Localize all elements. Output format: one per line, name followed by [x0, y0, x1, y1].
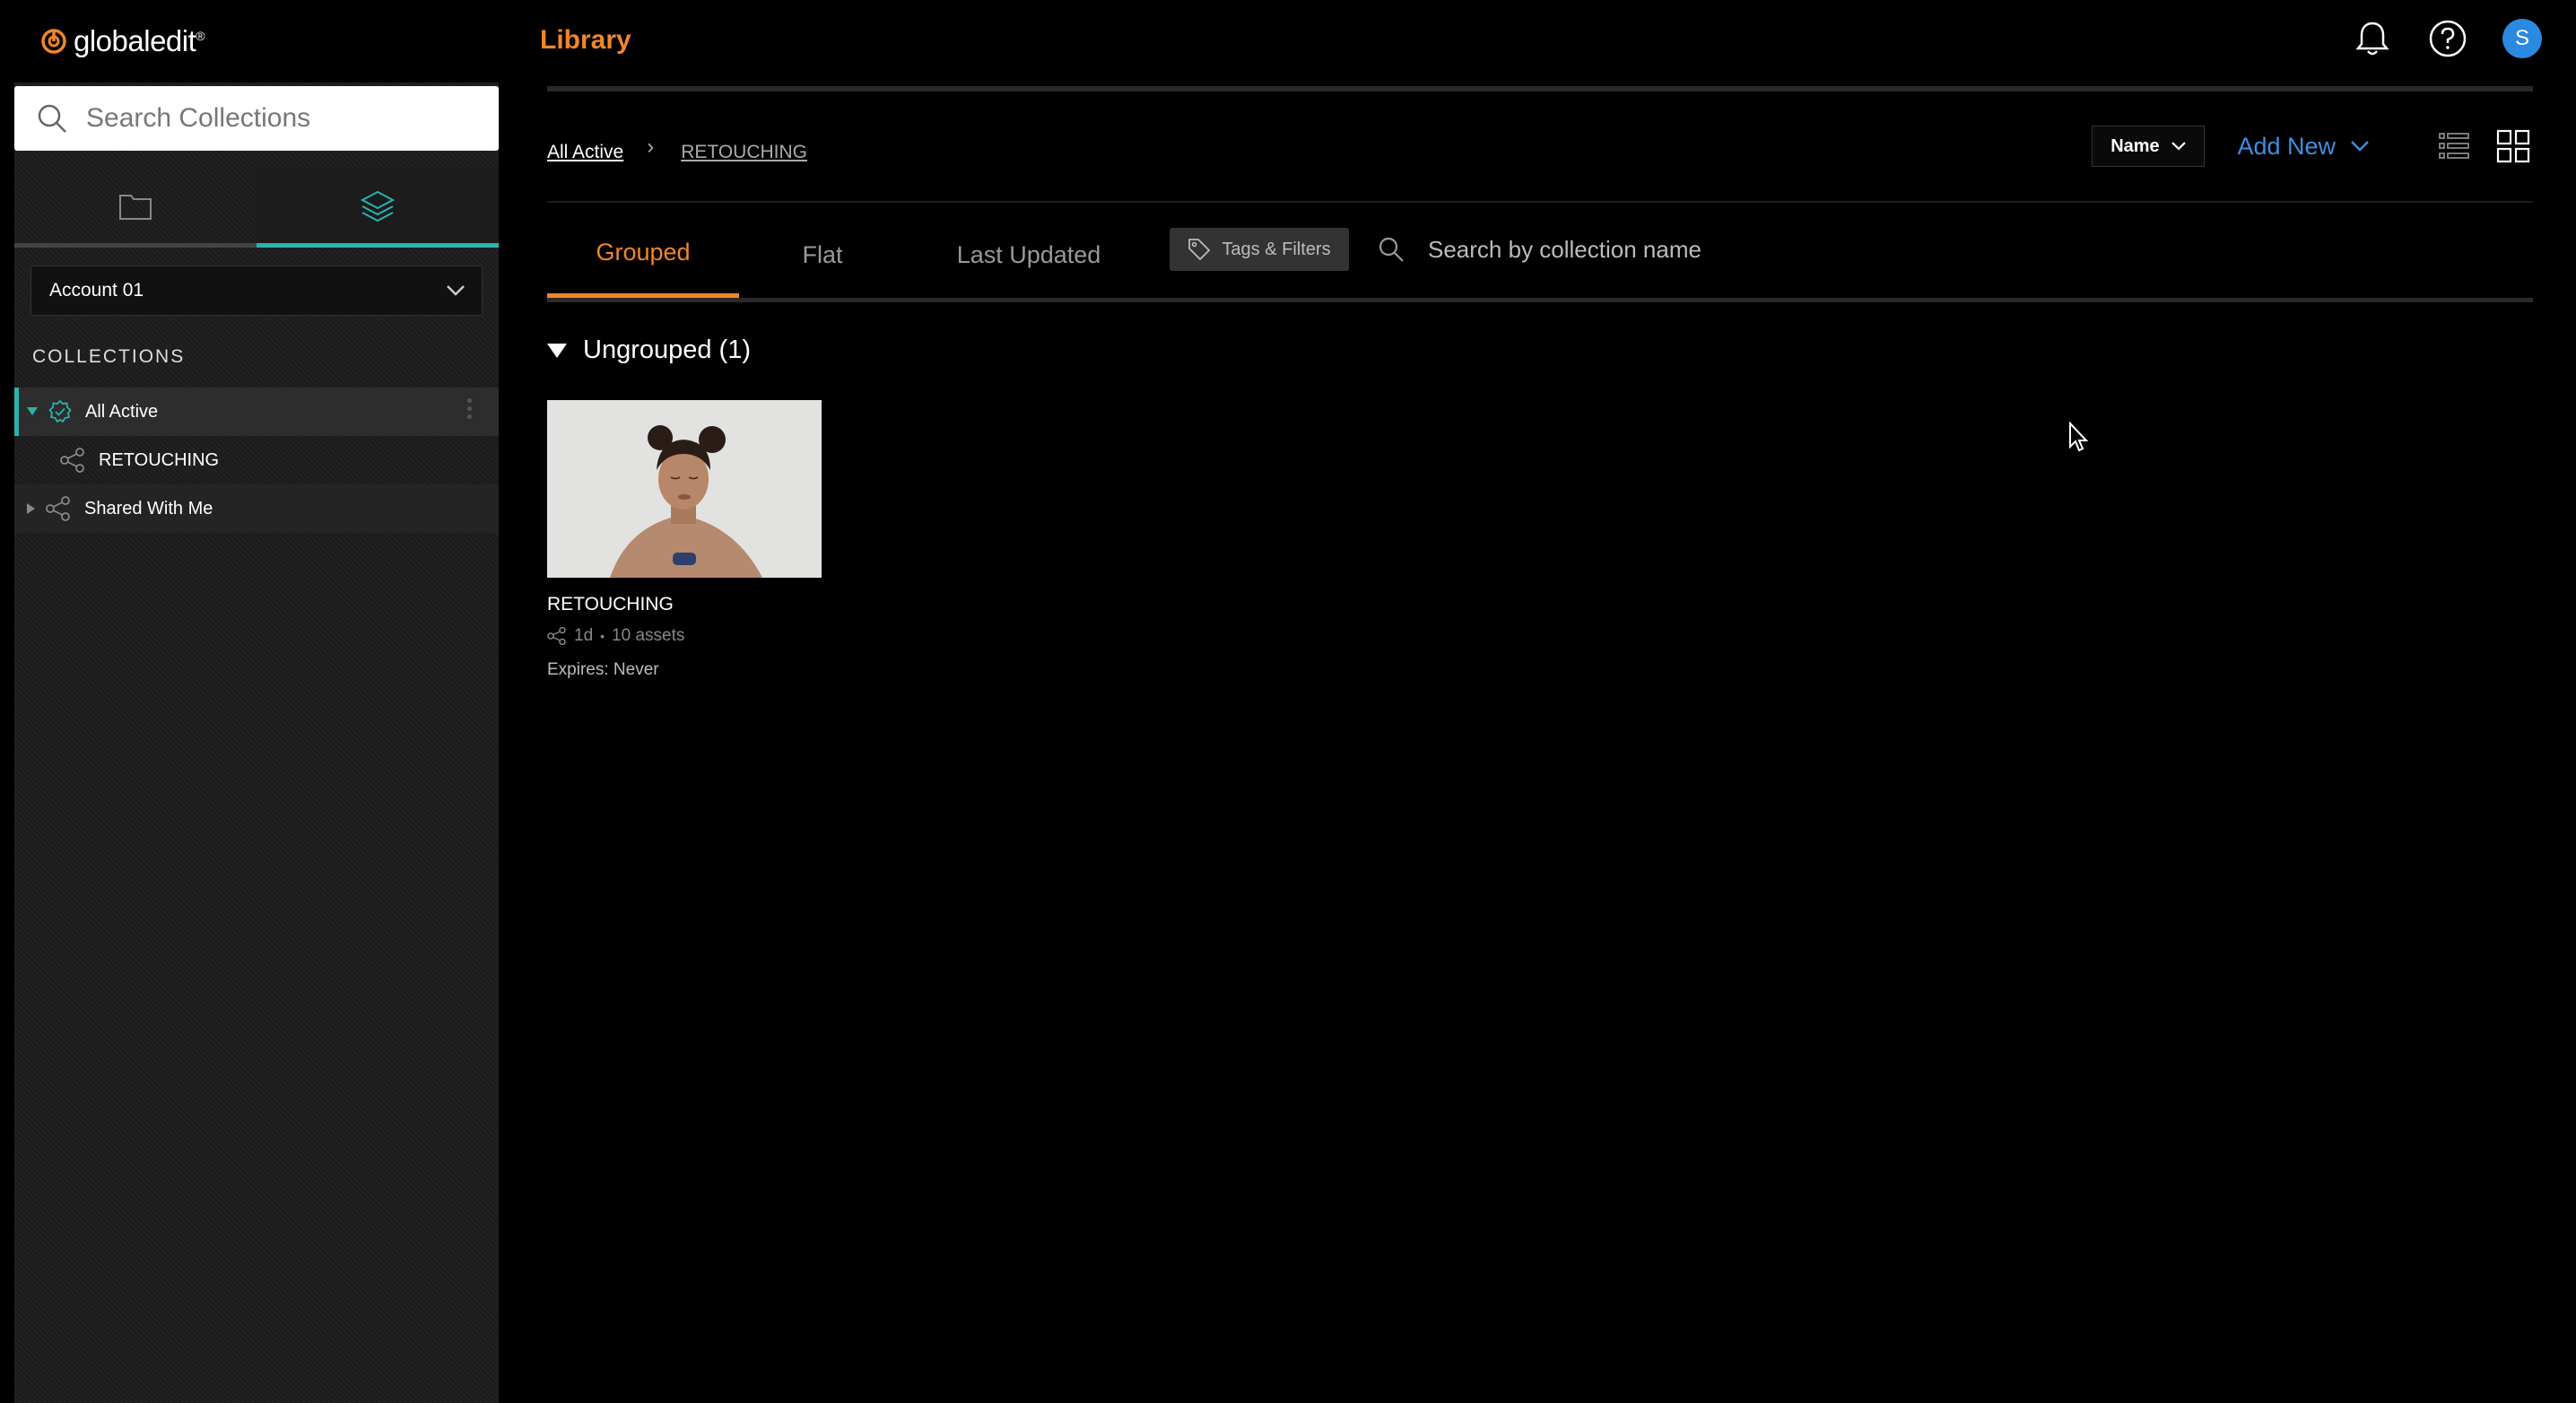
account-select-value: Account 01: [49, 280, 144, 301]
sidebar-item-label: Shared With Me: [84, 498, 213, 518]
folder-icon: [119, 194, 152, 220]
chevron-down-icon: [2351, 141, 2369, 152]
logo-text: globaledit®: [74, 24, 205, 57]
search-icon: [1379, 237, 1404, 262]
add-new-label: Add New: [2237, 132, 2336, 160]
tag-icon: [1188, 239, 1211, 261]
breadcrumb: All Active › RETOUCHING: [547, 135, 807, 165]
badge-check-icon: [48, 399, 72, 423]
collection-card[interactable]: RETOUCHING 1d • 10 assets Expires: Never: [547, 400, 822, 680]
chevron-down-icon: [447, 285, 465, 296]
question-circle-icon[interactable]: [2427, 18, 2468, 59]
list-view-icon[interactable]: [2434, 126, 2474, 166]
meta-separator-dot: •: [600, 629, 605, 643]
grid-view-icon[interactable]: [2493, 126, 2533, 166]
sidebar-item-label: RETOUCHING: [99, 449, 220, 470]
collection-thumbnail[interactable]: [547, 400, 822, 578]
mouse-cursor-icon: [2069, 422, 2089, 452]
collection-card-title: RETOUCHING: [547, 594, 674, 614]
group-header-ungrouped[interactable]: Ungrouped (1): [547, 336, 751, 365]
tab-flat[interactable]: Flat: [764, 212, 881, 298]
collection-expiry: Expires: Never: [547, 660, 659, 679]
collection-search: [1378, 228, 1966, 271]
sidebar-item-label: All Active: [85, 401, 159, 422]
share-icon: [547, 627, 566, 645]
collection-card-meta: 1d • 10 assets: [547, 626, 822, 646]
collection-asset-count: 10 assets: [612, 626, 685, 645]
share-icon: [60, 448, 84, 473]
logo[interactable]: globaledit®: [39, 20, 205, 63]
sidebar: Account 01 COLLECTIONS All Active RETOUC…: [14, 83, 499, 1403]
sort-select-value: Name: [2110, 135, 2160, 156]
account-select[interactable]: Account 01: [30, 266, 483, 316]
view-mode-tabs: Grouped Flat Last Updated Tags & Filters: [547, 212, 2533, 301]
portrait-image: [547, 400, 822, 578]
chevron-down-icon: [2171, 142, 2186, 151]
collections-heading: COLLECTIONS: [32, 346, 186, 367]
add-new-button[interactable]: Add New: [2237, 133, 2370, 161]
toolbar: Name Add New: [2092, 126, 2533, 167]
tab-grouped[interactable]: Grouped: [547, 212, 739, 298]
sidebar-view-tabs: [14, 169, 499, 248]
sort-select[interactable]: Name: [2092, 126, 2206, 167]
caret-down-icon: [547, 343, 567, 358]
search-collections-input[interactable]: [86, 103, 481, 134]
avatar[interactable]: S: [2502, 19, 2542, 58]
breadcrumb-separator: ›: [647, 135, 655, 159]
sidebar-item-all-active[interactable]: All Active: [14, 388, 499, 436]
breadcrumb-all-active[interactable]: All Active: [547, 142, 623, 163]
sidebar-search: [14, 86, 499, 151]
layers-icon: [360, 190, 396, 222]
logo-mark-icon: [41, 29, 66, 54]
caret-right-icon[interactable]: [22, 503, 41, 514]
search-icon: [38, 104, 66, 133]
share-icon: [46, 496, 70, 521]
toolbar-divider: [547, 201, 2533, 203]
bell-icon[interactable]: [2352, 18, 2393, 59]
caret-down-icon[interactable]: [22, 407, 42, 416]
tags-filters-label: Tags & Filters: [1222, 239, 1331, 259]
tab-folders[interactable]: [14, 169, 257, 248]
tab-last-updated[interactable]: Last Updated: [926, 212, 1132, 298]
header-divider: [547, 86, 2533, 92]
page-title: Library: [540, 25, 631, 55]
top-actions: S: [2352, 18, 2542, 59]
group-header-label: Ungrouped (1): [583, 336, 751, 364]
sidebar-item-shared-with-me[interactable]: Shared With Me: [14, 484, 499, 533]
tags-filters-button[interactable]: Tags & Filters: [1170, 228, 1349, 271]
top-bar: globaledit® Library S: [0, 0, 2576, 83]
sidebar-item-retouching[interactable]: RETOUCHING: [14, 436, 499, 484]
tab-collections[interactable]: [257, 169, 499, 248]
more-options-icon[interactable]: [467, 398, 472, 419]
collection-age: 1d: [574, 626, 594, 645]
tabs-divider: [547, 298, 2533, 302]
breadcrumb-retouching[interactable]: RETOUCHING: [681, 142, 807, 163]
collection-search-input[interactable]: [1428, 235, 1966, 264]
